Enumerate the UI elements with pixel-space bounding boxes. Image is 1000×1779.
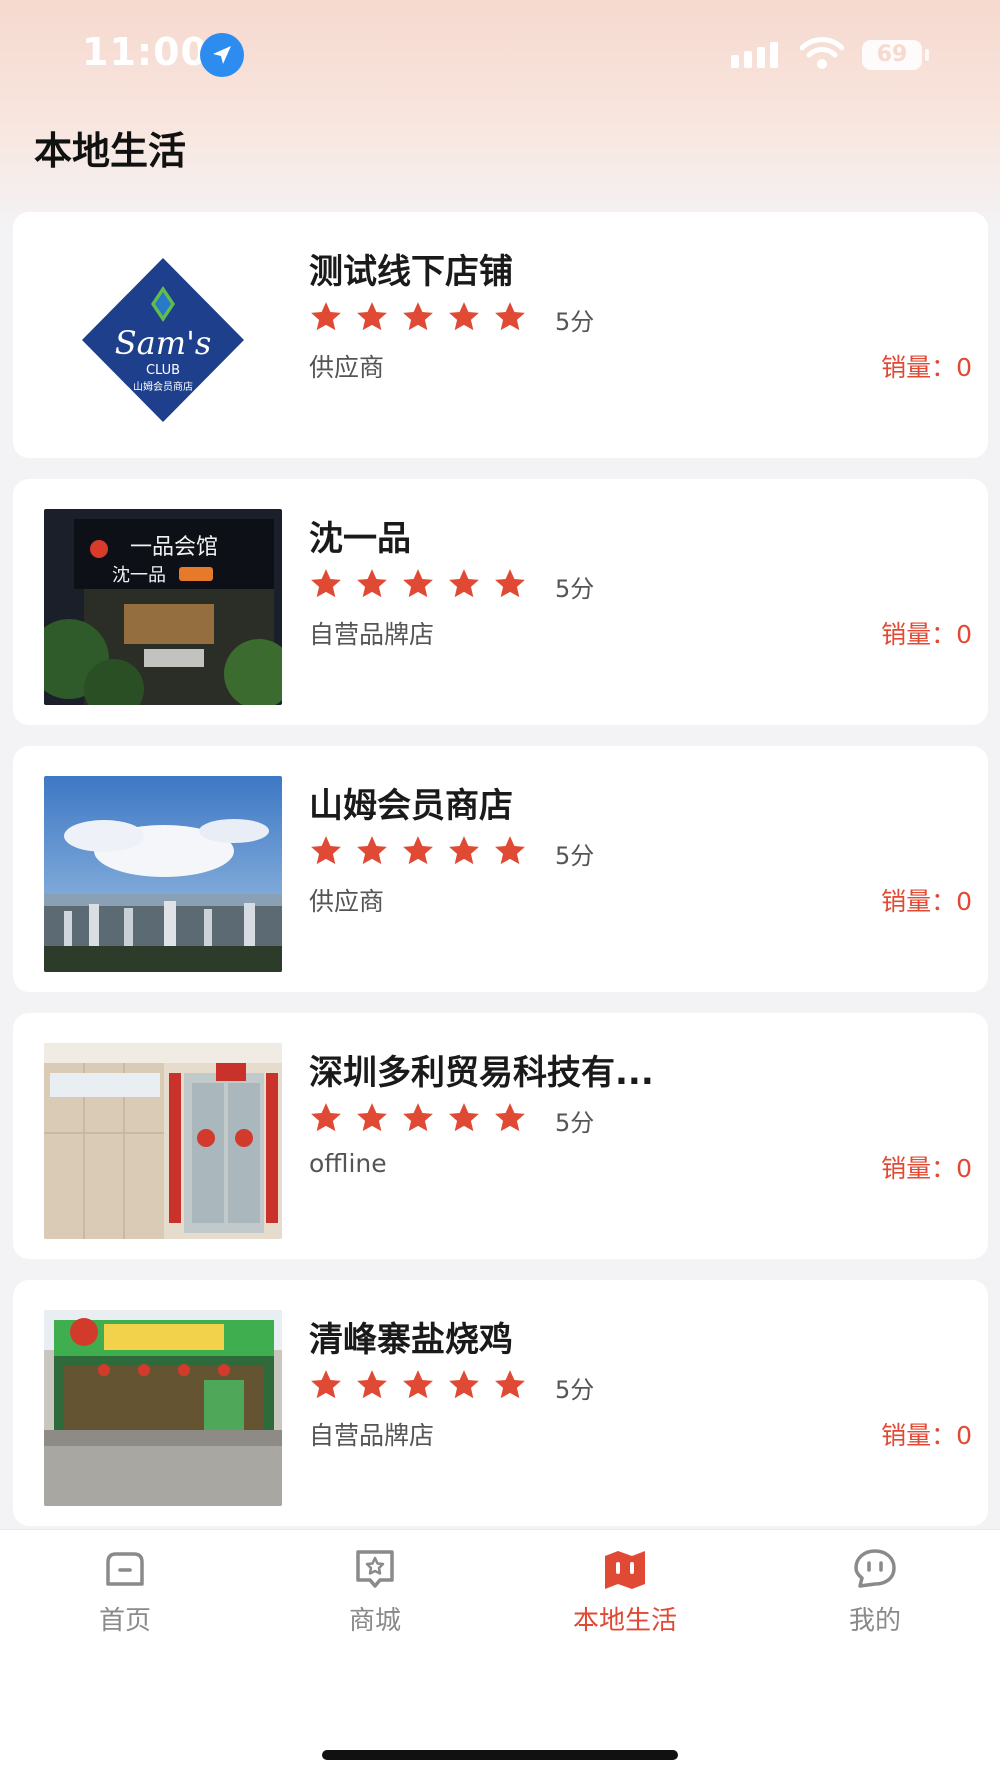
tab-mall[interactable]: 商城 [305,1546,445,1637]
star-icon [357,302,387,331]
store-image [44,1310,282,1506]
sales-count: 销量：0 [881,353,972,382]
rating-score: 5分 [555,308,595,336]
home-icon [106,1552,144,1586]
page-title: 本地生活 [34,129,187,173]
star-icon [311,836,341,865]
sales-count: 销量：0 [881,1154,972,1183]
rating-stars [309,1101,539,1135]
star-icon [403,1103,433,1132]
store-name: 深圳多利贸易科技有... [309,1053,654,1093]
store-name: 山姆会员商店 [309,786,513,826]
rating-stars [309,1368,539,1402]
store-card[interactable]: Sam's CLUB 山姆会员商店 测试线下店铺 5分 供应商 销量：0 [13,212,988,458]
sales-count: 销量：0 [881,620,972,649]
star-icon [403,1370,433,1399]
sales-count: 销量：0 [881,1421,972,1450]
svg-text:一品会馆: 一品会馆 [130,535,218,560]
star-icon [495,569,525,598]
svg-text:沈一品: 沈一品 [112,565,166,586]
store-card[interactable]: 清峰寨盐烧鸡 5分 自营品牌店 销量：0 [13,1280,988,1526]
store-name: 清峰寨盐烧鸡 [309,1320,513,1360]
svg-text:山姆会员商店: 山姆会员商店 [133,380,193,393]
star-icon [311,1103,341,1132]
svg-text:CLUB: CLUB [146,363,180,378]
tab-profile-label: 我的 [848,1606,901,1636]
star-icon [311,302,341,331]
home-indicator [322,1750,678,1760]
rating-score: 5分 [555,1376,595,1404]
star-icon [357,1103,387,1132]
store-category: 供应商 [309,353,385,382]
tab-local-life-label: 本地生活 [572,1606,677,1636]
status-bar: 11:00 69 [0,0,1000,110]
tab-profile[interactable]: 我的 [805,1546,945,1637]
rating-stars [309,567,539,601]
store-image: 一品会馆 沈一品 [44,509,282,705]
rating-stars [309,834,539,868]
tab-home[interactable]: 首页 [55,1546,195,1637]
star-icon [357,836,387,865]
rating-score: 5分 [555,575,595,603]
store-card[interactable]: 深圳多利贸易科技有... 5分 offline 销量：0 [13,1013,988,1259]
profile-chat-icon [854,1549,896,1588]
local-life-map-icon [605,1551,645,1589]
store-name: 测试线下店铺 [309,252,513,292]
star-icon [449,302,479,331]
store-category: 自营品牌店 [309,1421,435,1450]
tab-home-label: 首页 [98,1606,151,1636]
star-icon [495,1370,525,1399]
bottom-tab-bar: 首页 商城 本地生活 我的 [0,1529,1000,1779]
star-icon [403,302,433,331]
star-icon [449,836,479,865]
tab-mall-label: 商城 [348,1606,401,1636]
sales-count: 销量：0 [881,887,972,916]
cellular-signal-icon [731,42,778,68]
star-icon [311,569,341,598]
star-icon [495,1103,525,1132]
store-card[interactable]: 山姆会员商店 5分 供应商 销量：0 [13,746,988,992]
star-icon [311,1370,341,1399]
battery-cap [925,49,929,61]
rating-stars [309,300,539,334]
svg-text:Sam's: Sam's [115,324,212,362]
star-icon [449,569,479,598]
battery-level: 69 [876,42,908,67]
store-list: Sam's CLUB 山姆会员商店 测试线下店铺 5分 供应商 销量：0 一品会… [13,212,988,1547]
store-image [44,776,282,972]
store-image: Sam's CLUB 山姆会员商店 [44,242,282,438]
mall-icon [356,1550,394,1588]
star-icon [357,1370,387,1399]
star-icon [449,1103,479,1132]
store-category: offline [309,1149,387,1178]
star-icon [357,569,387,598]
store-card[interactable]: 一品会馆 沈一品 沈一品 5分 自营品牌店 销量：0 [13,479,988,725]
tab-local-life[interactable]: 本地生活 [555,1546,695,1637]
star-icon [495,836,525,865]
rating-score: 5分 [555,842,595,870]
battery-icon: 69 [862,40,922,70]
store-name: 沈一品 [309,519,411,559]
location-arrow-icon [200,33,244,77]
wifi-icon [800,37,844,69]
star-icon [403,569,433,598]
status-time: 11:00 [82,30,208,74]
star-icon [403,836,433,865]
rating-score: 5分 [555,1109,595,1137]
star-icon [495,302,525,331]
store-image [44,1043,282,1239]
store-category: 自营品牌店 [309,620,435,649]
store-category: 供应商 [309,887,385,916]
star-icon [449,1370,479,1399]
